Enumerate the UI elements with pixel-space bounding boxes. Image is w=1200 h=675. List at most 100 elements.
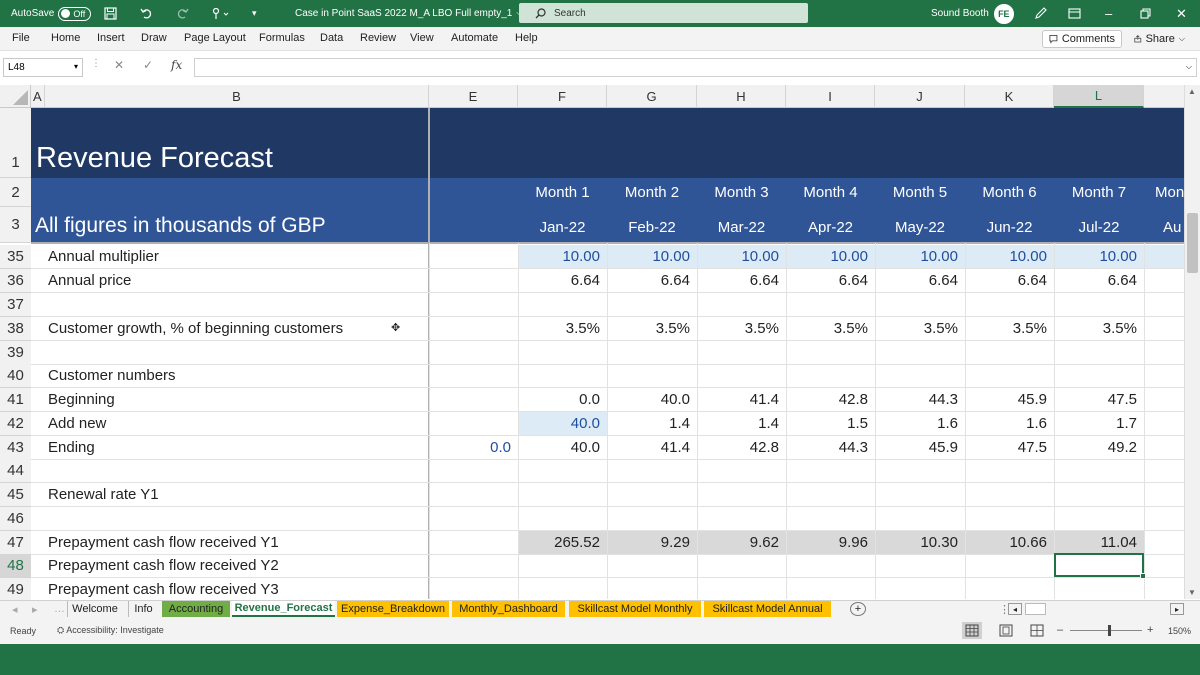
tab-skillcast-model-monthly[interactable]: Skillcast Model Monthly: [569, 601, 701, 617]
row-header-45[interactable]: 45: [0, 483, 31, 507]
hscroll-left-icon[interactable]: ◂: [1008, 603, 1022, 615]
value-cell[interactable]: 3.5%: [518, 317, 607, 340]
insert-function-icon[interactable]: fx: [171, 58, 182, 72]
tab-welcome[interactable]: Welcome: [67, 601, 122, 617]
month-label[interactable]: Month 2: [607, 178, 697, 207]
value-cell[interactable]: [786, 483, 875, 506]
value-cell[interactable]: 3.5%: [697, 317, 786, 340]
value-cell[interactable]: 10.00: [518, 245, 607, 268]
value-cell[interactable]: 10.30: [875, 531, 965, 554]
month-label[interactable]: Month 3: [697, 178, 786, 207]
row-header-3[interactable]: 3: [0, 207, 31, 243]
row-label[interactable]: [48, 341, 426, 364]
document-title[interactable]: Case in Point SaaS 2022 M_A LBO Full emp…: [295, 0, 524, 27]
value-cell[interactable]: [875, 364, 965, 387]
horizontal-scroll-thumb[interactable]: [1025, 603, 1046, 615]
value-cell[interactable]: 6.64: [518, 269, 607, 292]
zoom-slider[interactable]: [1070, 630, 1142, 631]
value-cell[interactable]: [607, 364, 697, 387]
value-cell[interactable]: [1054, 483, 1144, 506]
value-cell[interactable]: [965, 341, 1054, 364]
value-cell[interactable]: [518, 483, 607, 506]
row-label[interactable]: Beginning: [48, 388, 426, 411]
value-cell[interactable]: 9.96: [786, 531, 875, 554]
value-cell[interactable]: 49.2: [1054, 436, 1144, 459]
tab-info[interactable]: Info: [128, 601, 158, 617]
column-header-j[interactable]: J: [875, 85, 965, 108]
value-cell[interactable]: 10.00: [607, 245, 697, 268]
menu-draw[interactable]: Draw: [141, 32, 167, 44]
date-label[interactable]: Mar-22: [697, 211, 786, 243]
value-cell[interactable]: [965, 507, 1054, 530]
value-cell[interactable]: [786, 507, 875, 530]
column-header-m[interactable]: [1144, 85, 1184, 108]
value-cell[interactable]: [875, 293, 965, 316]
value-cell[interactable]: [518, 293, 607, 316]
row-label[interactable]: Annual multiplier: [48, 245, 426, 268]
row-label[interactable]: Customer numbers: [48, 364, 426, 387]
value-cell[interactable]: 1.4: [697, 412, 786, 435]
cell-e[interactable]: [429, 483, 518, 506]
value-cell[interactable]: [697, 293, 786, 316]
value-cell[interactable]: 1.5: [786, 412, 875, 435]
zoom-out-icon[interactable]: –: [1057, 624, 1063, 636]
value-cell[interactable]: [1054, 507, 1144, 530]
zoom-in-icon[interactable]: +: [1147, 624, 1153, 636]
value-cell[interactable]: [607, 459, 697, 482]
column-header-g[interactable]: G: [607, 85, 697, 108]
value-cell[interactable]: [875, 341, 965, 364]
cell-e[interactable]: [429, 317, 518, 340]
touch-mode-icon[interactable]: [210, 0, 230, 27]
value-cell[interactable]: 10.00: [875, 245, 965, 268]
minimize-icon[interactable]: –: [1105, 0, 1112, 27]
formula-input[interactable]: ⌵: [194, 58, 1197, 77]
value-cell[interactable]: [965, 578, 1054, 601]
value-cell[interactable]: [697, 578, 786, 601]
undo-icon[interactable]: [140, 0, 153, 27]
scroll-up-icon[interactable]: ▲: [1188, 87, 1196, 96]
selected-cell[interactable]: [1054, 553, 1146, 579]
row-label[interactable]: Ending: [48, 436, 426, 459]
menu-data[interactable]: Data: [320, 32, 343, 44]
fill-handle[interactable]: [1140, 573, 1146, 579]
menu-insert[interactable]: Insert: [97, 32, 125, 44]
value-cell[interactable]: [786, 554, 875, 577]
value-cell[interactable]: 40.0: [518, 412, 607, 435]
ribbon-display-icon[interactable]: [1068, 0, 1081, 27]
value-cell[interactable]: 6.64: [1054, 269, 1144, 292]
row-header-36[interactable]: 36: [0, 269, 31, 293]
month-label[interactable]: Month 1: [518, 178, 607, 207]
date-label[interactable]: Apr-22: [786, 211, 875, 243]
value-cell[interactable]: [697, 364, 786, 387]
row-header-2[interactable]: 2: [0, 178, 31, 207]
column-header-i[interactable]: I: [786, 85, 875, 108]
menu-file[interactable]: File: [12, 32, 30, 44]
value-cell[interactable]: [786, 578, 875, 601]
cell-e[interactable]: [429, 364, 518, 387]
value-cell[interactable]: [965, 483, 1054, 506]
value-cell[interactable]: 42.8: [786, 388, 875, 411]
menu-view[interactable]: View: [410, 32, 434, 44]
cell-e[interactable]: [429, 341, 518, 364]
value-cell[interactable]: [1054, 364, 1144, 387]
row-header-42[interactable]: 42: [0, 412, 31, 436]
value-cell[interactable]: 3.5%: [965, 317, 1054, 340]
date-label[interactable]: May-22: [875, 211, 965, 243]
cancel-icon[interactable]: ✕: [114, 58, 124, 72]
value-cell[interactable]: [875, 507, 965, 530]
value-cell[interactable]: [1054, 293, 1144, 316]
scroll-down-icon[interactable]: ▼: [1188, 588, 1196, 597]
row-header-1[interactable]: 1: [0, 108, 31, 178]
value-cell[interactable]: [607, 341, 697, 364]
value-cell[interactable]: [875, 483, 965, 506]
redo-icon[interactable]: [176, 0, 189, 27]
menu-home[interactable]: Home: [51, 32, 80, 44]
value-cell[interactable]: 11.04: [1054, 531, 1144, 554]
column-header-k[interactable]: K: [965, 85, 1054, 108]
share-button[interactable]: Share ⌵: [1127, 30, 1192, 48]
enter-icon[interactable]: ✓: [143, 58, 153, 72]
row-header-48[interactable]: 48: [0, 554, 31, 578]
menu-help[interactable]: Help: [515, 32, 538, 44]
row-header-37[interactable]: 37: [0, 293, 31, 317]
cell-e[interactable]: [429, 388, 518, 411]
